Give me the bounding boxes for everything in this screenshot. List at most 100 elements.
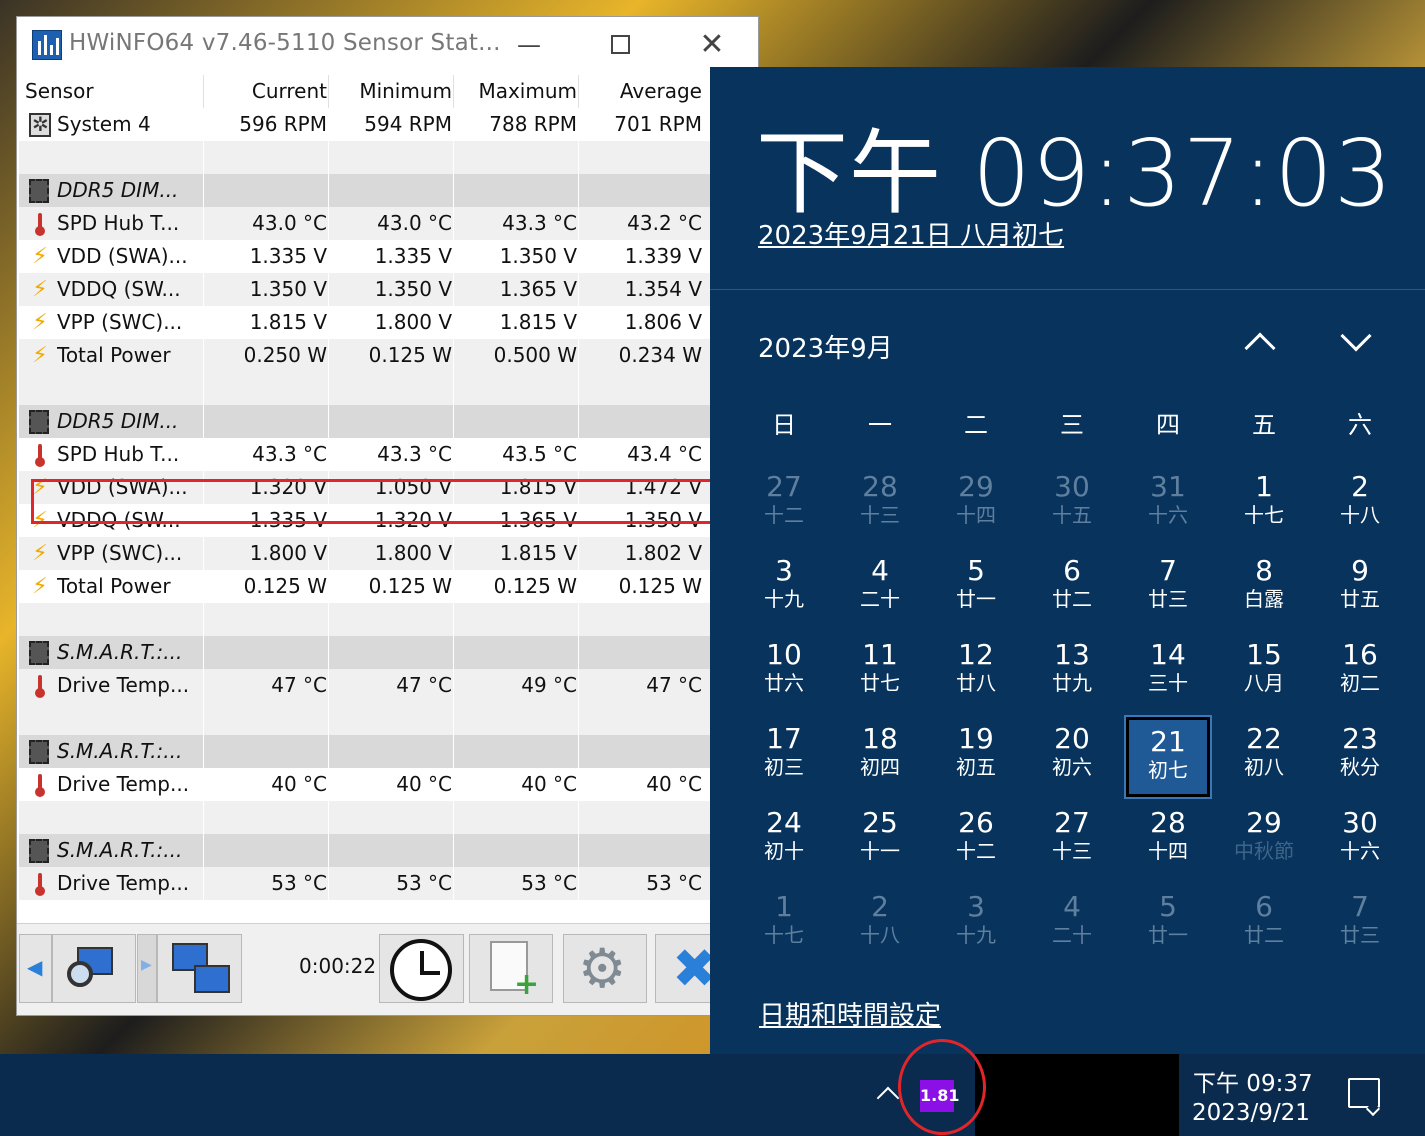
clock-button[interactable] [379,934,464,1003]
date-link[interactable]: 2023年9月21日 八月初七 [758,215,1064,252]
settings-button[interactable]: ⚙ [563,934,647,1003]
calendar-day[interactable]: 15 八月 [1222,633,1306,713]
calendar-day[interactable]: 30 十六 [1318,801,1402,881]
calendar-day[interactable]: 3 十九 [934,885,1018,965]
lunar-date: 廿二 [1244,923,1284,947]
day-number: 10 [766,638,802,671]
notification-center-icon[interactable] [1348,1078,1380,1108]
taskbar-time[interactable]: 下午 09:37 [1193,1064,1313,1098]
next-month-button[interactable] [1335,320,1379,363]
column-header-average[interactable]: Average [580,75,702,108]
minimum-value: 43.0 °C [377,211,452,235]
calendar-day[interactable]: 30 十五 [1030,465,1114,545]
sensor-name: Drive Temp... [57,673,190,697]
hwinfo-titlebar[interactable]: HWiNFO64 v7.46-5110 Sensor Stat... — ✕ [17,17,758,72]
sensor-row[interactable]: ⚡ VPP (SWC)... 1.815 V 1.800 V 1.815 V 1.806 … [19,306,758,339]
sensor-row[interactable]: Drive Temp... 47 °C 47 °C 49 °C 47 °C [19,669,758,702]
lunar-date: 初七 [1148,758,1188,782]
tray-sensor-badge[interactable]: 1.81 [920,1080,959,1112]
month-label[interactable]: 2023年9月 [758,328,893,365]
calendar-day[interactable]: 27 十三 [1030,801,1114,881]
network-search-button[interactable] [52,934,136,1003]
sensor-row[interactable]: ⚡ Total Power 0.125 W 0.125 W 0.125 W 0.125 W [19,570,758,603]
calendar-day[interactable]: 10 廿六 [742,633,826,713]
chip-icon [29,179,49,203]
calendar-day[interactable]: 27 十二 [742,465,826,545]
sensor-row[interactable]: ⚡ VDDQ (SW... 1.335 V 1.320 V 1.365 V 1.350 V [19,504,758,537]
minimize-button[interactable]: — [506,25,552,65]
column-header-minimum[interactable]: Minimum [330,75,452,108]
sensor-group-row[interactable]: S.M.A.R.T.:... [19,735,758,768]
calendar-day[interactable]: 9 廿五 [1318,549,1402,629]
day-number: 2 [871,890,889,923]
column-header-current[interactable]: Current [205,75,327,108]
calendar-day[interactable]: 16 初二 [1318,633,1402,713]
taskbar-date[interactable]: 2023/9/21 [1192,1100,1310,1126]
calendar-day[interactable]: 18 初四 [838,717,922,797]
previous-month-button[interactable] [1239,323,1283,364]
back-arrow-button[interactable] [19,934,52,1003]
sensor-row[interactable]: ⚡ VDDQ (SW... 1.350 V 1.350 V 1.365 V 1.354 V [19,273,758,306]
sensor-group-row[interactable]: DDR5 DIM... [19,174,758,207]
add-report-button[interactable]: + [469,934,553,1003]
calendar-day[interactable]: 2 十八 [838,885,922,965]
calendar-day[interactable]: 24 初十 [742,801,826,881]
calendar-day[interactable]: 29 中秋節 [1222,801,1306,881]
calendar-day[interactable]: 1 十七 [742,885,826,965]
sensor-table[interactable]: Sensor Current Minimum Maximum Average S… [19,75,758,923]
sensor-row[interactable]: ⚡ VDD (SWA)... 1.335 V 1.335 V 1.350 V 1.339 … [19,240,758,273]
calendar-day[interactable]: 29 十四 [934,465,1018,545]
calendar-day[interactable]: 14 三十 [1126,633,1210,713]
column-header-sensor[interactable]: Sensor [25,75,171,108]
calendar-day[interactable]: 13 廿九 [1030,633,1114,713]
calendar-day[interactable]: 6 廿二 [1222,885,1306,965]
calendar-day[interactable]: 5 廿一 [1126,885,1210,965]
calendar-day[interactable]: 22 初八 [1222,717,1306,797]
sensor-row[interactable]: ⚡ Total Power 0.250 W 0.125 W 0.500 W 0.234 W [19,339,758,372]
calendar-day[interactable]: 2 十八 [1318,465,1402,545]
calendar-day[interactable]: 7 廿三 [1318,885,1402,965]
sensor-row[interactable]: SPD Hub T... 43.0 °C 43.0 °C 43.3 °C 43.2 °C [19,207,758,240]
calendar-day[interactable]: 26 十二 [934,801,1018,881]
maximum-value: 1.350 V [499,244,577,268]
maximize-button[interactable] [597,25,643,65]
sensor-row[interactable]: SPD Hub T... 43.3 °C 43.3 °C 43.5 °C 43.4 °C [19,438,758,471]
sensor-group-row[interactable]: DDR5 DIM... [19,405,758,438]
sensor-row[interactable]: System 4 596 RPM 594 RPM 788 RPM 701 RPM [19,108,758,141]
average-value: 1.472 V [624,475,702,499]
calendar-day-today[interactable]: 21 初七 [1124,715,1212,799]
calendar-day[interactable]: 31 十六 [1126,465,1210,545]
calendar-day[interactable]: 6 廿二 [1030,549,1114,629]
network-computers-button[interactable] [157,934,242,1003]
calendar-day[interactable]: 8 白露 [1222,549,1306,629]
calendar-day[interactable]: 1 十七 [1222,465,1306,545]
calendar-day[interactable]: 7 廿三 [1126,549,1210,629]
calendar-day[interactable]: 19 初五 [934,717,1018,797]
calendar-day[interactable]: 4 二十 [838,549,922,629]
calendar-day[interactable]: 5 廿一 [934,549,1018,629]
sensor-name: Total Power [57,574,171,598]
calendar-day[interactable]: 28 十四 [1126,801,1210,881]
calendar-day[interactable]: 11 廿七 [838,633,922,713]
sensor-name: Drive Temp... [57,772,190,796]
column-header-maximum[interactable]: Maximum [455,75,577,108]
sensor-group-row[interactable]: S.M.A.R.T.:... [19,636,758,669]
close-button[interactable]: ✕ [689,25,735,65]
sensor-row-highlighted[interactable]: ⚡ VDD (SWA)... 1.320 V 1.050 V 1.815 V 1.472 … [19,471,758,504]
calendar-day[interactable]: 3 十九 [742,549,826,629]
sensor-row[interactable]: ⚡ VPP (SWC)... 1.800 V 1.800 V 1.815 V 1.802 … [19,537,758,570]
toolbar-separator-arrow[interactable] [137,934,157,1003]
calendar-day[interactable]: 12 廿八 [934,633,1018,713]
show-hidden-icons-button[interactable] [874,1080,902,1110]
sensor-row[interactable]: Drive Temp... 53 °C 53 °C 53 °C 53 °C [19,867,758,900]
calendar-day[interactable]: 4 二十 [1030,885,1114,965]
sensor-row[interactable]: Drive Temp... 40 °C 40 °C 40 °C 40 °C [19,768,758,801]
calendar-day[interactable]: 28 十三 [838,465,922,545]
calendar-day[interactable]: 23 秋分 [1318,717,1402,797]
sensor-group-row[interactable]: S.M.A.R.T.:... [19,834,758,867]
calendar-day[interactable]: 17 初三 [742,717,826,797]
bolt-icon: ⚡ [32,574,48,599]
calendar-day[interactable]: 25 十一 [838,801,922,881]
calendar-day[interactable]: 20 初六 [1030,717,1114,797]
date-time-settings-link[interactable]: 日期和時間設定 [759,995,941,1032]
